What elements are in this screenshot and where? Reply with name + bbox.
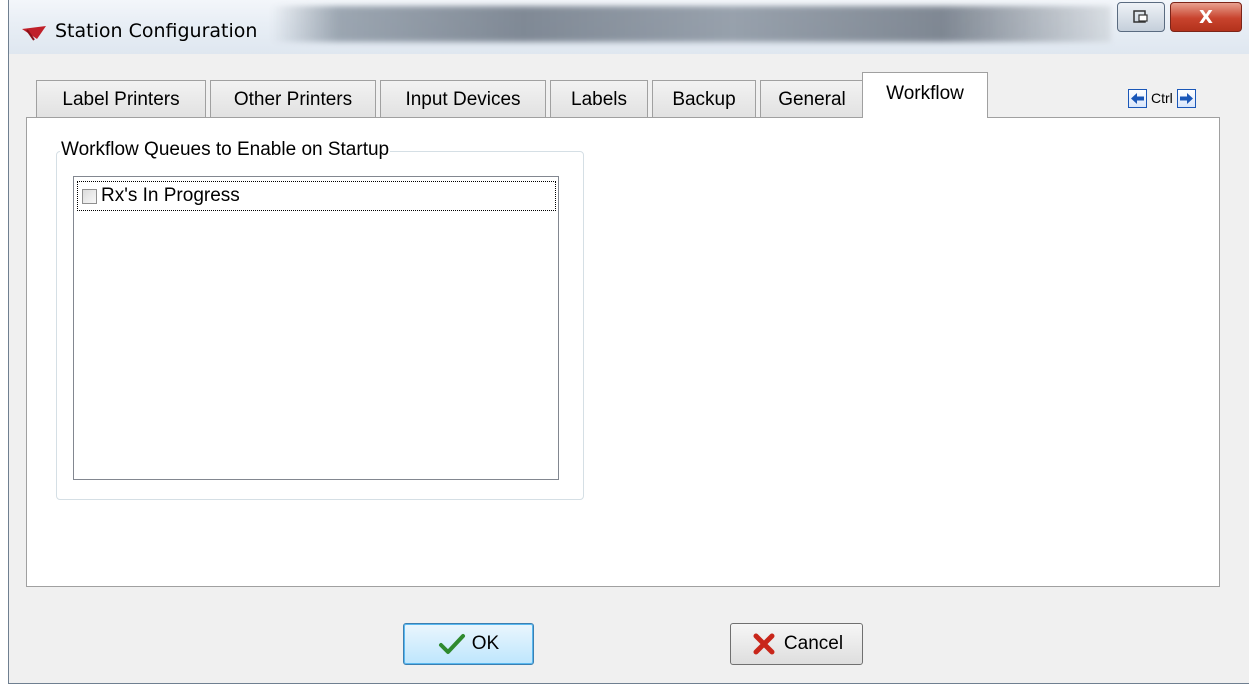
close-button[interactable]: X (1170, 2, 1242, 32)
close-icon: X (1199, 6, 1213, 28)
tab-workflow[interactable]: Workflow (862, 72, 988, 118)
ctrl-hint: Ctrl (1151, 90, 1173, 106)
arrow-left-icon[interactable] (1128, 88, 1147, 108)
restore-button[interactable] (1117, 2, 1165, 32)
title-bar[interactable]: Station Configuration X (9, 0, 1249, 54)
queue-checkbox[interactable] (82, 188, 97, 204)
tab-general[interactable]: General (760, 80, 864, 118)
queue-label: Rx's In Progress (101, 185, 240, 206)
app-logo-icon (22, 26, 46, 41)
tab-labels[interactable]: Labels (550, 80, 648, 118)
tab-input-devices[interactable]: Input Devices (380, 80, 546, 118)
ok-label: OK (471, 633, 500, 654)
ok-button[interactable]: OK (403, 623, 534, 665)
workflow-queue-list[interactable]: Rx's In Progress (73, 176, 559, 480)
list-item[interactable]: Rx's In Progress (77, 181, 556, 211)
group-title: Workflow Queues to Enable on Startup (60, 139, 391, 161)
tab-label-printers[interactable]: Label Printers (36, 80, 206, 118)
tab-other-printers[interactable]: Other Printers (210, 80, 376, 118)
x-icon (753, 633, 775, 655)
blurred-background (271, 6, 1111, 42)
tab-backup[interactable]: Backup (652, 80, 756, 118)
checkmark-icon (438, 634, 465, 654)
cancel-button[interactable]: Cancel (730, 623, 863, 665)
window-title: Station Configuration (55, 20, 258, 42)
tab-navigation: Ctrl (1128, 87, 1196, 109)
cancel-label: Cancel (783, 633, 844, 654)
arrow-right-icon[interactable] (1176, 88, 1196, 108)
restore-icon (1133, 10, 1148, 23)
